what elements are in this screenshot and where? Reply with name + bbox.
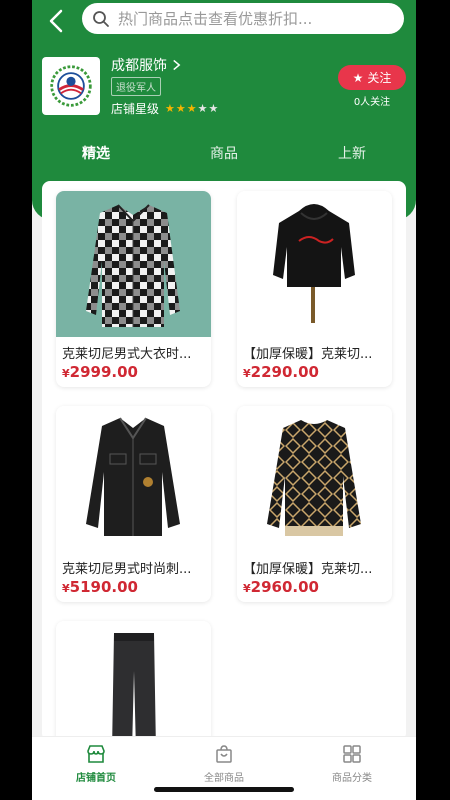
search-placeholder: 热门商品点击查看优惠折扣... xyxy=(118,10,313,28)
chevron-right-icon xyxy=(173,59,181,71)
search-icon xyxy=(93,10,109,27)
home-indicator xyxy=(154,787,294,792)
product-price: ¥2960.00 xyxy=(243,578,319,596)
star-rating: ★ ★ ★ ★ ★ xyxy=(165,102,219,115)
nav-label: 商品分类 xyxy=(332,773,372,784)
product-title: 【加厚保暖】克莱切... xyxy=(243,347,373,362)
product-price: ¥2290.00 xyxy=(243,363,319,381)
star-icon: ★ xyxy=(165,102,175,115)
star-icon: ★ xyxy=(197,102,208,115)
logo-emblem-icon xyxy=(50,65,92,107)
nav-label: 全部商品 xyxy=(204,773,244,784)
veteran-badge: 退役军人 xyxy=(111,77,161,96)
product-title: 克莱切尼男式大衣时... xyxy=(62,347,192,362)
product-card[interactable]: 克莱切尼男式时尚刺... ¥5190.00 xyxy=(56,406,211,602)
back-button[interactable] xyxy=(42,6,72,36)
nav-label: 店铺首页 xyxy=(76,773,116,784)
phone-screen: 热门商品点击查看优惠折扣... 成都服饰 退役军人 店铺星级 ★ ★ ★ ★ ★ xyxy=(32,0,416,800)
product-price: ¥5190.00 xyxy=(62,578,138,596)
star-icon: ★ xyxy=(352,70,364,85)
star-icon: ★ xyxy=(175,102,186,115)
product-card[interactable]: 克莱切尼男式大衣时... ¥2999.00 xyxy=(56,191,211,387)
shop-name-link[interactable]: 成都服饰 xyxy=(111,55,182,75)
shop-tabs: 精选 商品 上新 xyxy=(32,143,416,165)
nav-categories[interactable]: 商品分类 xyxy=(288,737,416,800)
tab-new[interactable]: 上新 xyxy=(288,143,416,165)
product-image xyxy=(56,406,211,552)
search-input[interactable]: 热门商品点击查看优惠折扣... xyxy=(82,3,404,34)
star-icon: ★ xyxy=(208,102,219,115)
product-title: 【加厚保暖】克莱切... xyxy=(243,562,373,577)
shop-logo[interactable] xyxy=(42,57,100,115)
star-icon: ★ xyxy=(186,102,197,115)
nav-store-home[interactable]: 店铺首页 xyxy=(32,737,160,800)
grid-icon xyxy=(343,745,361,763)
product-image xyxy=(237,406,392,552)
chevron-left-icon xyxy=(49,9,63,33)
bag-icon xyxy=(216,745,232,763)
product-panel: 克莱切尼男式大衣时... ¥2999.00 【加厚保暖】克莱切... ¥2290… xyxy=(42,181,406,800)
rating-label: 店铺星级 xyxy=(111,102,160,116)
product-title: 克莱切尼男式时尚刺... xyxy=(62,562,192,577)
follow-button[interactable]: ★ 关注 xyxy=(338,65,406,90)
product-card[interactable]: 【加厚保暖】克莱切... ¥2960.00 xyxy=(237,406,392,602)
follow-label: 关注 xyxy=(367,71,392,85)
tab-featured[interactable]: 精选 xyxy=(32,143,160,165)
tab-products[interactable]: 商品 xyxy=(160,143,288,165)
follower-count: 0人关注 xyxy=(353,97,391,108)
product-price: ¥2999.00 xyxy=(62,363,138,381)
store-icon xyxy=(87,745,105,763)
product-image xyxy=(237,191,392,337)
product-image xyxy=(56,191,211,337)
shop-name: 成都服饰 xyxy=(111,58,167,74)
product-card[interactable]: 【加厚保暖】克莱切... ¥2290.00 xyxy=(237,191,392,387)
shop-rating: 店铺星级 ★ ★ ★ ★ ★ xyxy=(111,100,219,117)
